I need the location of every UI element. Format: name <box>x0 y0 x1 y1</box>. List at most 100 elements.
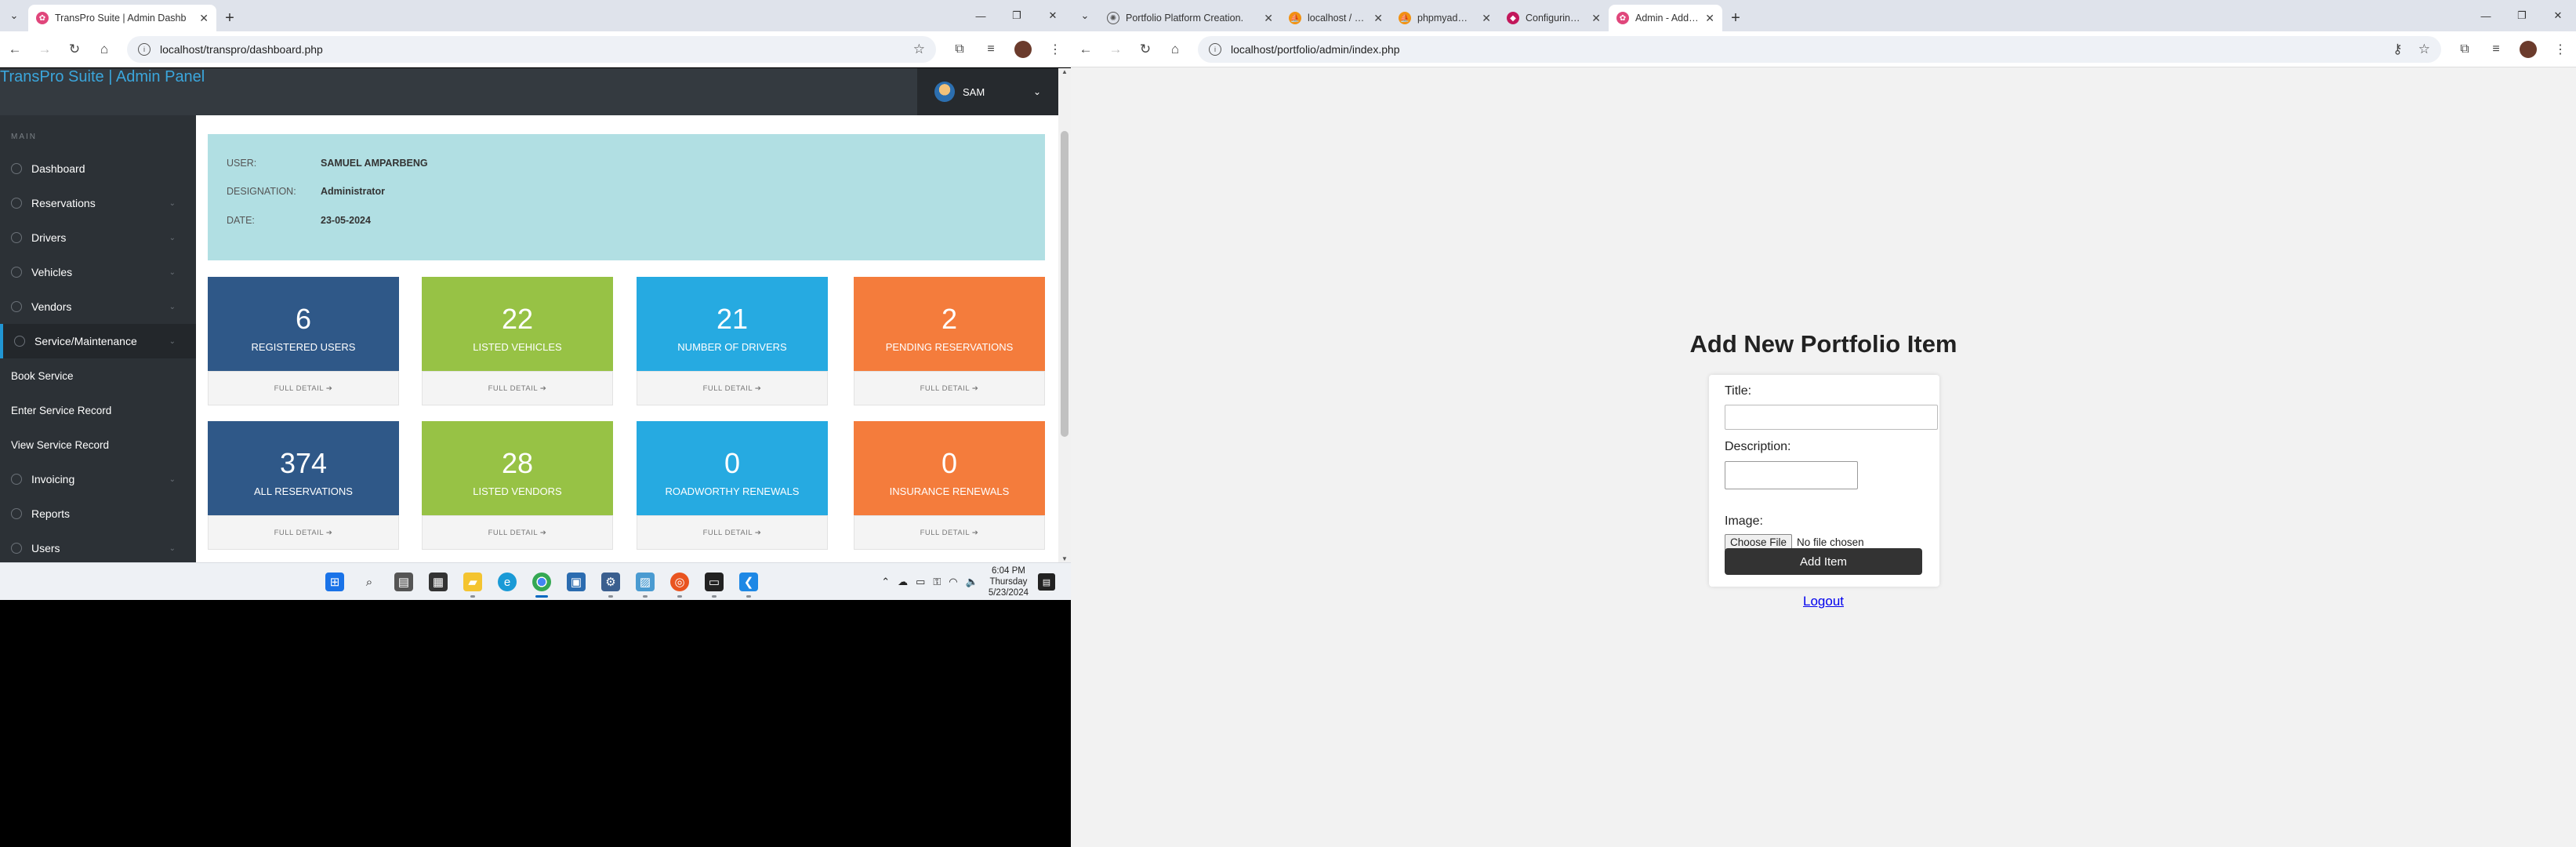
restore-icon[interactable]: ❐ <box>2504 9 2540 22</box>
sidebar-item-users[interactable]: Users ⌄ <box>0 531 196 562</box>
taskbar-app-gear[interactable]: ⚙ <box>593 569 628 598</box>
description-textarea[interactable] <box>1725 461 1858 489</box>
tab-search-button[interactable]: ⌄ <box>0 0 28 31</box>
menu-kebab-icon[interactable]: ⋮ <box>1039 42 1071 57</box>
terminal-icon: ▭ <box>705 573 724 591</box>
sidebar-item-vehicles[interactable]: Vehicles ⌄ <box>0 255 196 289</box>
restore-icon[interactable]: ❐ <box>999 9 1035 22</box>
bookmark-star-icon[interactable]: ☆ <box>913 42 925 57</box>
tab-search-button[interactable]: ⌄ <box>1071 0 1099 31</box>
back-icon[interactable]: ← <box>0 42 30 57</box>
minimize-icon[interactable]: — <box>963 10 999 22</box>
sidebar-item-service-maintenance[interactable]: Service/Maintenance ⌄ <box>0 324 196 358</box>
site-info-icon[interactable]: i <box>138 42 151 56</box>
address-bar[interactable]: i localhost/transpro/dashboard.php ☆ <box>127 35 936 63</box>
close-window-icon[interactable]: ✕ <box>1035 9 1071 22</box>
sidebar-item-dashboard[interactable]: Dashboard <box>0 151 196 186</box>
full-detail-link[interactable]: FULL DETAIL ➔ <box>208 515 399 550</box>
tab-transpro[interactable]: ✿ TransPro Suite | Admin Dashb ✕ <box>28 5 216 31</box>
tab-admin-add-portfolio[interactable]: ✿ Admin - Add Portfolio Item ✕ <box>1609 5 1722 31</box>
full-detail-link[interactable]: FULL DETAIL ➔ <box>422 515 613 550</box>
sidebar-subitem-view-service-record[interactable]: View Service Record <box>0 427 196 462</box>
sidebar-item-drivers[interactable]: Drivers ⌄ <box>0 220 196 255</box>
taskbar-file-explorer[interactable]: ▰ <box>455 569 490 598</box>
new-tab-button[interactable]: + <box>1722 5 1749 31</box>
taskbar-edge[interactable]: e <box>490 569 524 594</box>
taskbar-app-ubuntu[interactable]: ◎ <box>662 569 697 598</box>
logout-link-text[interactable]: Logout <box>1803 594 1844 609</box>
add-item-button[interactable]: Add Item <box>1725 548 1922 575</box>
home-icon[interactable]: ⌂ <box>1160 42 1190 57</box>
profile-avatar[interactable] <box>2520 40 2537 58</box>
taskbar-clock[interactable]: 6:04 PM Thursday 5/23/2024 <box>989 565 1029 598</box>
scroll-up-icon[interactable]: ▲ <box>1058 68 1071 75</box>
full-detail-link[interactable]: FULL DETAIL ➔ <box>854 515 1045 550</box>
full-detail-link[interactable]: FULL DETAIL ➔ <box>422 371 613 405</box>
widgets-icon: ▦ <box>429 573 448 591</box>
tab-portfolio-platform[interactable]: ✺ Portfolio Platform Creation. ✕ <box>1099 5 1281 31</box>
sidebar-item-vendors[interactable]: Vendors ⌄ <box>0 289 196 324</box>
tab-close-icon[interactable]: ✕ <box>199 12 209 25</box>
phpmyadmin-icon: ⛵ <box>1289 12 1301 24</box>
sidebar-subitem-enter-service-record[interactable]: Enter Service Record <box>0 393 196 427</box>
tab-phpmyadmin-localhost[interactable]: ⛵ localhost / MySQL / portfolio / ✕ <box>1281 5 1391 31</box>
network-icon[interactable]: ⚿ <box>933 576 941 588</box>
profile-avatar[interactable] <box>1014 40 1032 58</box>
taskbar-chrome[interactable] <box>524 569 559 598</box>
sidebar-subitem-book-service[interactable]: Book Service <box>0 358 196 393</box>
bookmark-star-icon[interactable]: ☆ <box>2418 42 2430 57</box>
scrollbar-thumb[interactable] <box>1061 131 1068 437</box>
search-button[interactable]: ⌕ <box>352 569 386 594</box>
extensions-icon[interactable]: ⧉ <box>2449 42 2480 56</box>
chevron-up-icon[interactable]: ⌃ <box>881 576 890 588</box>
site-info-icon[interactable]: i <box>1209 42 1221 56</box>
full-detail-link[interactable]: FULL DETAIL ➔ <box>854 371 1045 405</box>
full-detail-link[interactable]: FULL DETAIL ➔ <box>637 371 828 405</box>
media-controls-icon[interactable]: ≡ <box>2480 42 2512 56</box>
notification-center-icon[interactable]: ▤ <box>1038 573 1055 591</box>
reload-icon[interactable]: ↻ <box>60 42 89 57</box>
title-input[interactable] <box>1725 405 1938 430</box>
new-tab-button[interactable]: + <box>216 5 243 31</box>
start-button[interactable]: ⊞ <box>317 569 352 594</box>
back-icon[interactable]: ← <box>1071 42 1101 57</box>
media-controls-icon[interactable]: ≡ <box>975 42 1007 56</box>
sidebar-item-invoicing[interactable]: Invoicing ⌄ <box>0 462 196 496</box>
taskbar-store[interactable]: ▣ <box>559 569 593 594</box>
task-view-button[interactable]: ▤ <box>386 569 421 594</box>
sidebar-item-reports[interactable]: Reports <box>0 496 196 531</box>
tab-close-icon[interactable]: ✕ <box>1591 12 1601 25</box>
full-detail-link[interactable]: FULL DETAIL ➔ <box>637 515 828 550</box>
battery-icon[interactable]: ▭ <box>916 576 925 588</box>
home-icon[interactable]: ⌂ <box>89 42 119 57</box>
taskbar-app-photos[interactable]: ▨ <box>628 569 662 598</box>
volume-icon[interactable]: 🔈 <box>966 576 978 588</box>
address-bar[interactable]: i localhost/portfolio/admin/index.php ⚷ … <box>1198 35 2441 63</box>
taskbar-vscode[interactable]: ❮ <box>731 569 766 598</box>
user-menu[interactable]: SAM ⌄ <box>917 68 1058 115</box>
page-scrollbar[interactable]: ▲ ▼ <box>1058 68 1071 562</box>
reload-icon[interactable]: ↻ <box>1130 42 1160 57</box>
widgets-button[interactable]: ▦ <box>421 569 455 594</box>
forward-icon[interactable]: → <box>30 42 60 57</box>
weather-icon[interactable]: ☁ <box>898 576 908 588</box>
tab-close-icon[interactable]: ✕ <box>1482 12 1491 25</box>
minimize-icon[interactable]: — <box>2468 10 2504 22</box>
taskbar-terminal[interactable]: ▭ <box>697 569 731 598</box>
tab-close-icon[interactable]: ✕ <box>1264 12 1273 25</box>
tab-close-icon[interactable]: ✕ <box>1705 12 1714 25</box>
close-window-icon[interactable]: ✕ <box>2540 9 2576 22</box>
extensions-icon[interactable]: ⧉ <box>944 42 975 56</box>
full-detail-link[interactable]: FULL DETAIL ➔ <box>208 371 399 405</box>
password-key-icon[interactable]: ⚷ <box>2393 42 2402 57</box>
menu-kebab-icon[interactable]: ⋮ <box>2545 42 2576 57</box>
tab-phpmyadmin-error[interactable]: ⛵ phpmyadmin - #1071 - Specifi ✕ <box>1391 5 1499 31</box>
tab-configuring-utf8[interactable]: ◆ Configuring UTF8 Character Se ✕ <box>1499 5 1609 31</box>
tab-close-icon[interactable]: ✕ <box>1373 12 1383 25</box>
brand-title[interactable]: TransPro Suite | Admin Panel <box>0 68 205 86</box>
sidebar-item-reservations[interactable]: Reservations ⌄ <box>0 186 196 220</box>
scroll-down-icon[interactable]: ▼ <box>1058 555 1071 562</box>
wifi-icon[interactable]: ◠ <box>949 576 957 588</box>
info-user-row: USER: SAMUEL AMPARBENG <box>227 158 428 169</box>
forward-icon[interactable]: → <box>1101 42 1130 57</box>
